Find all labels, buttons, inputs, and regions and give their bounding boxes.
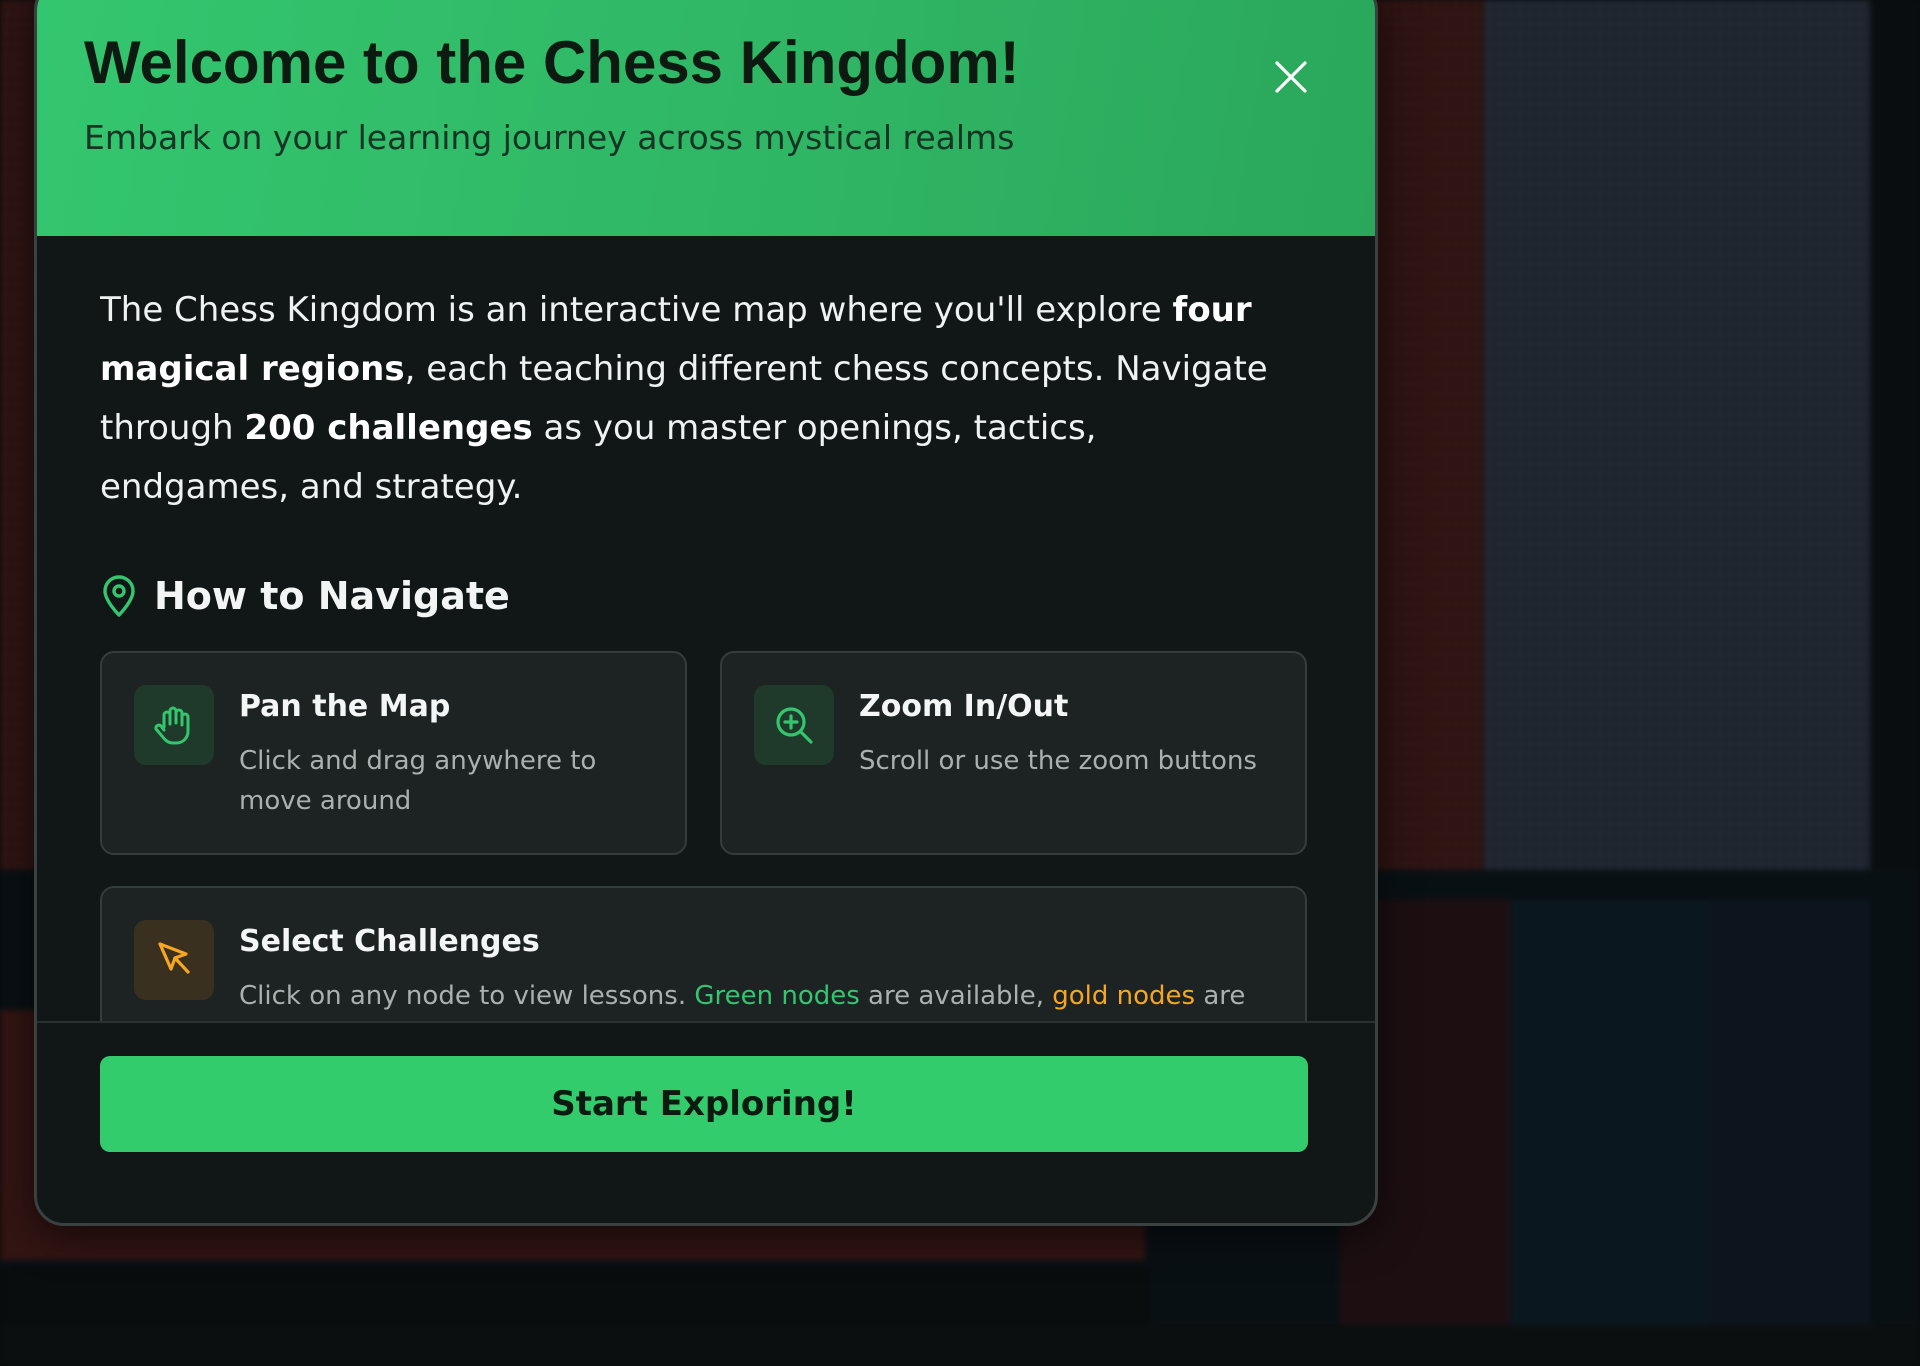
modal-header: Welcome to the Chess Kingdom! Embark on … <box>37 0 1375 236</box>
card-description: Click and drag anywhere to move around <box>239 746 597 816</box>
desc-text: are <box>1195 981 1246 1011</box>
footer-divider <box>37 1021 1375 1023</box>
select-challenges-card: Select Challenges Click on any node to v… <box>100 886 1307 1021</box>
map-pin-icon <box>100 574 138 618</box>
intro-text: The Chess Kingdom is an interactive map … <box>100 290 1173 330</box>
section-title: How to Navigate <box>154 574 510 618</box>
welcome-modal: Welcome to the Chess Kingdom! Embark on … <box>34 0 1378 1226</box>
close-button[interactable] <box>1267 53 1315 101</box>
desc-text: are available, <box>859 981 1053 1011</box>
desc-text: Click on any node to view lessons. <box>239 981 695 1011</box>
modal-subtitle: Embark on your learning journey across m… <box>84 118 1015 157</box>
intro-bold-challenges: 200 challenges <box>244 408 533 448</box>
card-description: Scroll or use the zoom buttons <box>859 746 1257 776</box>
gold-nodes-text: gold nodes <box>1052 981 1196 1011</box>
green-nodes-text: Green nodes <box>694 981 860 1011</box>
zoom-card: Zoom In/Out Scroll or use the zoom butto… <box>720 651 1307 855</box>
card-title: Select Challenges <box>239 924 540 959</box>
card-description: Click on any node to view lessons. Green… <box>239 976 1289 1016</box>
modal-body[interactable]: The Chess Kingdom is an interactive map … <box>100 236 1310 1021</box>
pan-map-card: Pan the Map Click and drag anywhere to m… <box>100 651 687 855</box>
cursor-icon <box>134 920 214 1000</box>
intro-paragraph: The Chess Kingdom is an interactive map … <box>100 281 1290 517</box>
card-title: Pan the Map <box>239 689 451 724</box>
hand-icon <box>134 685 214 765</box>
card-title: Zoom In/Out <box>859 689 1069 724</box>
modal-title: Welcome to the Chess Kingdom! <box>84 29 1020 96</box>
zoom-in-icon <box>754 685 834 765</box>
navigate-section-header: How to Navigate <box>100 566 510 626</box>
close-icon <box>1275 61 1307 93</box>
start-exploring-button[interactable]: Start Exploring! <box>100 1056 1308 1152</box>
